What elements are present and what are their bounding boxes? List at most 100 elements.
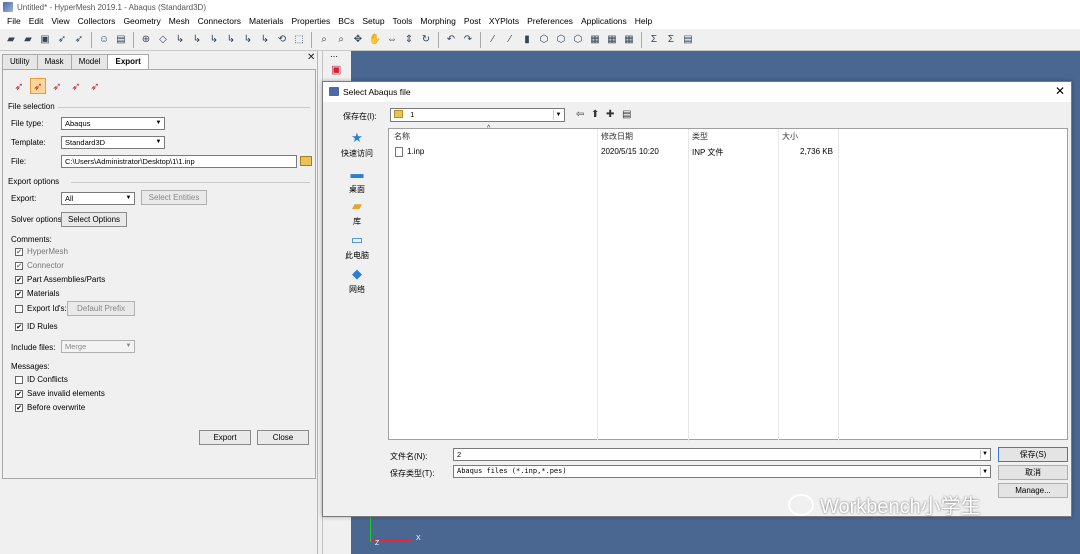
close-button[interactable]: Close — [257, 430, 309, 445]
file-name[interactable]: 1.inp — [407, 147, 424, 156]
menu-applications[interactable]: Applications — [577, 14, 631, 29]
import-model-icon[interactable]: ▰ — [4, 33, 18, 47]
folder-icon[interactable] — [300, 156, 312, 166]
line-icon[interactable]: ⁄ — [486, 33, 500, 47]
menu-view[interactable]: View — [47, 14, 73, 29]
filetype-select[interactable]: Abaqus files (*.inp,*.pes) ▼ — [453, 465, 991, 478]
user-icon[interactable]: ☺ — [97, 33, 111, 47]
file-list[interactable]: 名称 ^ 修改日期 类型 大小 1.inp 2020/5/15 10:20 IN… — [388, 125, 1068, 441]
cube-icon[interactable]: ⬡ — [537, 33, 551, 47]
place-library[interactable]: ▰ 库 — [333, 198, 381, 227]
close-icon[interactable]: ✕ — [307, 52, 315, 63]
menu-help[interactable]: Help — [631, 14, 656, 29]
materials-checkbox[interactable]: ✔ Materials — [15, 289, 59, 298]
hand-icon[interactable]: ✋ — [368, 33, 382, 47]
export-connectors-icon[interactable]: ➶ — [68, 78, 84, 94]
axis-icon[interactable]: ↳ — [207, 33, 221, 47]
export-select[interactable]: All ▼ — [61, 192, 135, 205]
before-overwrite-checkbox[interactable]: ✔ Before overwrite — [15, 403, 85, 412]
undo-icon[interactable]: ↶ — [444, 33, 458, 47]
filename-input[interactable]: 2 ▼ — [453, 448, 991, 461]
axis-icon[interactable]: ↳ — [173, 33, 187, 47]
menu-bcs[interactable]: BCs — [334, 14, 358, 29]
axis-icon[interactable]: ↳ — [241, 33, 255, 47]
place-this-pc[interactable]: ▭ 此电脑 — [333, 232, 381, 261]
mesh-icon[interactable]: ▦ — [605, 33, 619, 47]
export-solver-deck-icon[interactable]: ➶ — [30, 78, 46, 94]
place-quick-access[interactable]: ★ 快速访问 — [333, 130, 381, 159]
file-type-select[interactable]: Abaqus ▼ — [61, 117, 165, 130]
menu-geometry[interactable]: Geometry — [119, 14, 164, 29]
file-path-input[interactable]: C:\Users\Administrator\Desktop\1\1.inp — [61, 155, 297, 168]
template-select[interactable]: Standard3D ▼ — [61, 136, 165, 149]
more-icon[interactable]: ⋯ — [330, 52, 338, 61]
select-icon[interactable]: ◇ — [156, 33, 170, 47]
model-browser-icon[interactable]: ▣ — [331, 63, 345, 77]
back-icon[interactable]: ⇦ — [576, 109, 584, 120]
place-desktop[interactable]: ▬ 桌面 — [333, 166, 381, 195]
select-entities-button[interactable]: Select Entities — [141, 190, 207, 205]
arrows-vertical-icon[interactable]: ⇕ — [402, 33, 416, 47]
default-prefix-button[interactable]: Default Prefix — [67, 301, 135, 316]
axis-icon[interactable]: ↳ — [258, 33, 272, 47]
tab-mask[interactable]: Mask — [36, 54, 72, 69]
hypermesh-checkbox[interactable]: ✔ HyperMesh — [15, 247, 68, 256]
export-ids-checkbox[interactable]: Export Id's: — [15, 304, 67, 313]
new-folder-icon[interactable]: ✚ — [606, 109, 614, 120]
export-icon[interactable]: ➶ — [55, 33, 69, 47]
menu-post[interactable]: Post — [460, 14, 485, 29]
cube-icon[interactable]: ⬡ — [571, 33, 585, 47]
save-in-select[interactable]: 1 ▼ — [390, 108, 565, 122]
menu-morphing[interactable]: Morphing — [416, 14, 459, 29]
zoom-window-icon[interactable]: ⌕ — [317, 33, 331, 47]
redo-icon[interactable]: ↷ — [461, 33, 475, 47]
view-menu-icon[interactable]: ▤ — [622, 109, 631, 120]
line-icon[interactable]: ⁄ — [503, 33, 517, 47]
connector-checkbox[interactable]: ✔ Connector — [15, 261, 64, 270]
menu-connectors[interactable]: Connectors — [194, 14, 245, 29]
menu-file[interactable]: File — [3, 14, 25, 29]
place-network[interactable]: ◆ 网络 — [333, 266, 381, 295]
sum-icon[interactable]: Σ — [664, 33, 678, 47]
mesh-icon[interactable]: ▦ — [622, 33, 636, 47]
export-tcl-icon[interactable]: ➶ — [87, 78, 103, 94]
save-icon[interactable]: ▣ — [38, 33, 52, 47]
arrows-icon[interactable]: ⇔ — [385, 33, 399, 47]
fit-icon[interactable]: ⬚ — [292, 33, 306, 47]
save-button[interactable]: 保存(S) — [998, 447, 1068, 462]
column-type[interactable]: 类型 — [692, 131, 708, 142]
export-solver-icon[interactable]: ➶ — [72, 33, 86, 47]
cube-icon[interactable]: ⬡ — [554, 33, 568, 47]
column-size[interactable]: 大小 — [782, 131, 798, 142]
menu-xyplots[interactable]: XYPlots — [485, 14, 523, 29]
pan-icon[interactable]: ✥ — [351, 33, 365, 47]
save-invalid-checkbox[interactable]: ✔ Save invalid elements — [15, 389, 105, 398]
include-files-select[interactable]: Merge ▼ — [61, 340, 135, 353]
spin-icon[interactable]: ↻ — [419, 33, 433, 47]
column-date[interactable]: 修改日期 — [601, 131, 633, 142]
cylinder-icon[interactable]: ▮ — [520, 33, 534, 47]
cancel-button[interactable]: 取消 — [998, 465, 1068, 480]
table-icon[interactable]: ▤ — [681, 33, 695, 47]
import-geometry-icon[interactable]: ▰ — [21, 33, 35, 47]
menu-mesh[interactable]: Mesh — [165, 14, 194, 29]
menu-setup[interactable]: Setup — [358, 14, 388, 29]
manage-button[interactable]: Manage... — [998, 483, 1068, 498]
column-name[interactable]: 名称 — [394, 131, 410, 142]
rotate-icon[interactable]: ⟲ — [275, 33, 289, 47]
menu-properties[interactable]: Properties — [288, 14, 335, 29]
menu-preferences[interactable]: Preferences — [523, 14, 577, 29]
tab-export[interactable]: Export — [107, 54, 149, 70]
menu-tools[interactable]: Tools — [389, 14, 417, 29]
axis-icon[interactable]: ↳ — [190, 33, 204, 47]
menu-edit[interactable]: Edit — [25, 14, 48, 29]
close-icon[interactable]: ✕ — [1055, 84, 1065, 98]
menu-collectors[interactable]: Collectors — [74, 14, 120, 29]
menu-materials[interactable]: Materials — [245, 14, 287, 29]
export-button[interactable]: Export — [199, 430, 251, 445]
id-conflicts-checkbox[interactable]: ID Conflicts — [15, 375, 68, 384]
sum-icon[interactable]: Σ — [647, 33, 661, 47]
export-options-title[interactable]: Export options — [8, 177, 59, 186]
part-assemblies-checkbox[interactable]: ✔ Part Assemblies/Parts — [15, 275, 105, 284]
export-all-icon[interactable]: ➶ — [11, 78, 27, 94]
